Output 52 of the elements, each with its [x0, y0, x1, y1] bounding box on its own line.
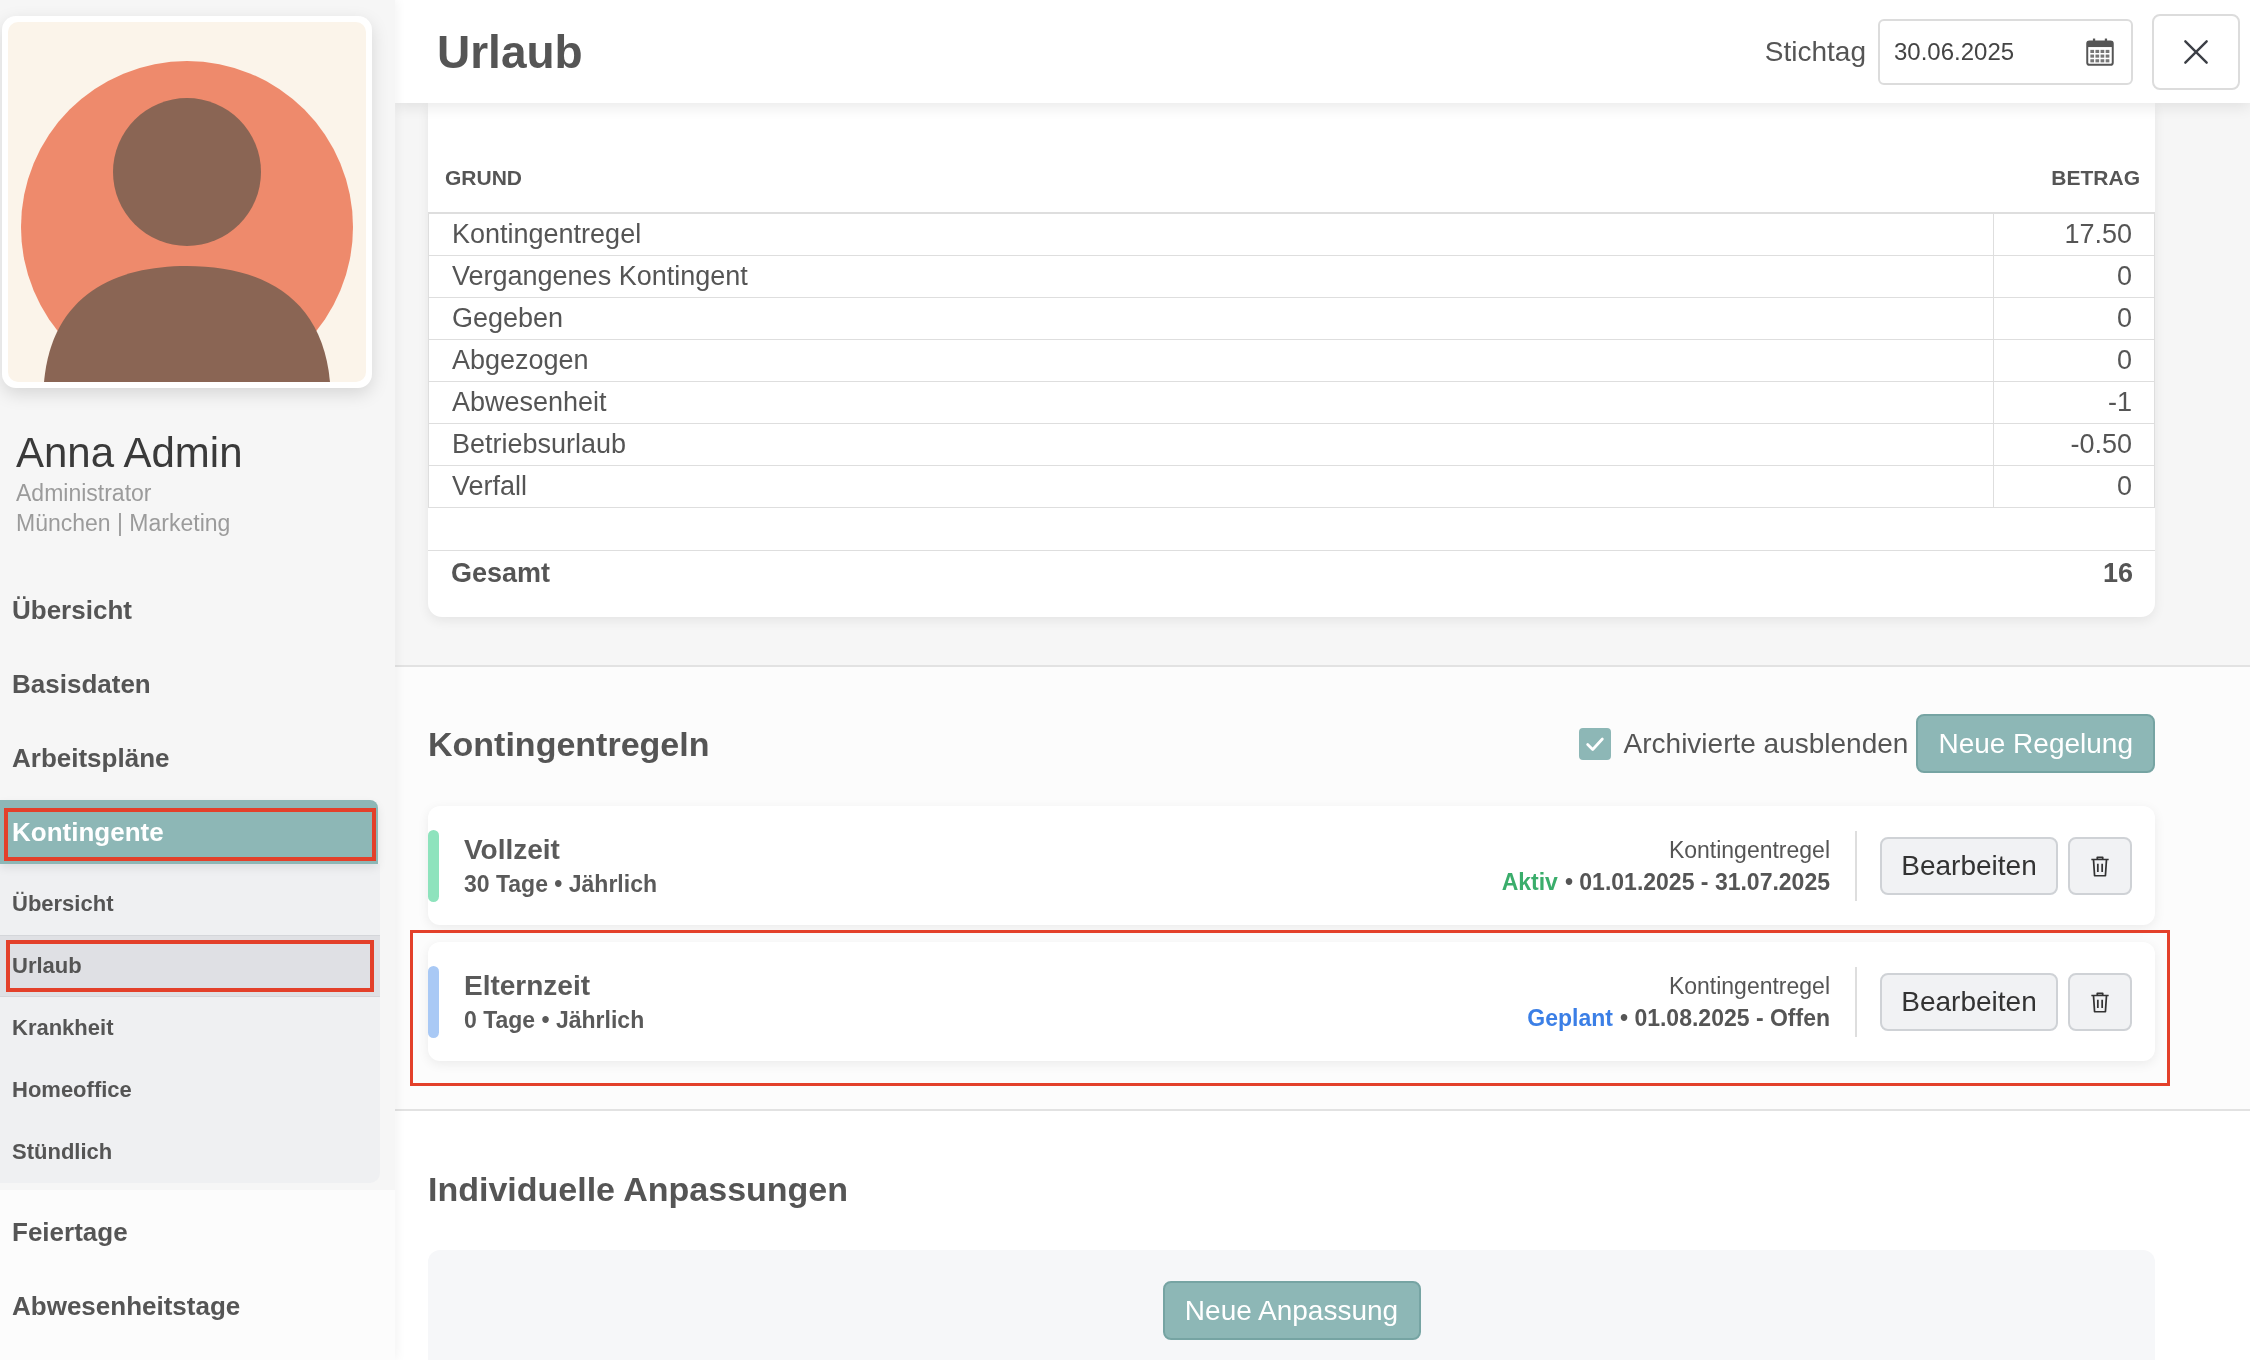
date-field[interactable]: 30.06.2025 [1878, 18, 2133, 85]
table-cell-text: 16 [2101, 557, 2134, 590]
rule-name: Elternzeit [464, 968, 591, 1003]
table-cell-text: Gesamt [450, 557, 552, 590]
table-cell: Betriebsurlaub [429, 424, 1994, 465]
table-cell: Abwesenheit [429, 382, 1994, 423]
section-title: Kontingentregeln [428, 723, 710, 764]
user-role: Administrator [16, 479, 152, 508]
edit-button[interactable]: Bearbeiten [1880, 972, 2058, 1031]
date-range-text: • 01.08.2025 - Offen [1619, 1003, 1830, 1033]
sidebar-item[interactable]: Arbeitspläne [0, 721, 378, 795]
delete-button[interactable] [2068, 972, 2132, 1031]
rule-type-label: Kontingentregel [1668, 835, 1830, 865]
column-header: BETRAG [2050, 166, 2141, 190]
rule-type-label: Kontingentregel [1668, 971, 1830, 1001]
column-header: GRUND [444, 166, 523, 190]
table-cell-text: -0.50 [2069, 428, 2133, 461]
submenu-item[interactable]: Krankheit [0, 997, 380, 1059]
sidebar-item[interactable]: Basisdaten [0, 647, 378, 721]
table-cell: Vergangenes Kontingent [429, 256, 1994, 297]
table-cell-text: 0 [2115, 302, 2133, 335]
page-title: Urlaub [437, 24, 583, 79]
submenu-item[interactable]: Urlaub [0, 935, 380, 997]
sidebar-item[interactable]: Feiertage [0, 1195, 378, 1269]
table-cell: Verfall [429, 466, 1994, 507]
section-title: Individuelle Anpassungen [428, 1169, 849, 1209]
date-label: Stichtag [1764, 35, 1866, 68]
checkbox[interactable] [1578, 727, 1611, 760]
date-range-text: • 01.01.2025 - 31.07.2025 [1564, 867, 1830, 897]
sidebar-item[interactable]: Abwesenheitstage [0, 1269, 378, 1343]
rule-details: 30 Tage • Jährlich [464, 869, 657, 899]
delete-button[interactable] [2068, 836, 2132, 895]
checkbox-label[interactable]: Archivierte ausblenden [1623, 727, 1909, 760]
status-label: Aktiv [1501, 867, 1558, 897]
submenu-item[interactable]: Homeoffice [0, 1059, 380, 1121]
table-cell: Kontingentregel [429, 214, 1994, 255]
table-cell-text: -1 [2107, 386, 2133, 419]
table-cell: Gegeben [429, 298, 1994, 339]
table-cell-text: 0 [2115, 470, 2133, 503]
user-location: München | Marketing [16, 509, 231, 538]
submenu-item[interactable]: Stündlich [0, 1121, 380, 1183]
table-cell-text: 17.50 [2063, 218, 2133, 251]
edit-button[interactable]: Bearbeiten [1880, 836, 2058, 895]
status-label: Geplant [1527, 1003, 1613, 1033]
rule-name: Vollzeit [464, 832, 560, 867]
table-cell: Abgezogen [429, 340, 1994, 381]
user-name: Anna Admin [16, 428, 243, 478]
table-cell-text: 0 [2115, 260, 2133, 293]
submenu-item[interactable]: Übersicht [0, 873, 380, 935]
sidebar-item[interactable]: Übersicht [0, 573, 378, 647]
rule-details: 0 Tage • Jährlich [464, 1005, 645, 1035]
table-cell-text: 0 [2115, 344, 2133, 377]
